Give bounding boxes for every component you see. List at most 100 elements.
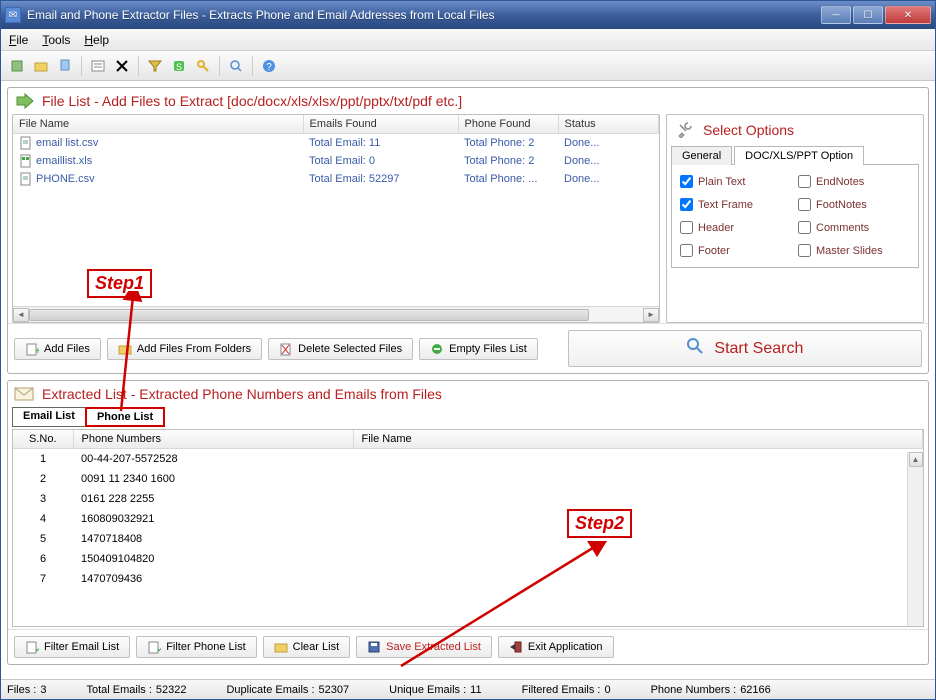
file-list-title: File List - Add Files to Extract [doc/do… [42, 93, 462, 109]
tb-skype-icon[interactable]: S [169, 56, 189, 76]
bottom-button-bar: ✓Filter Email List ✓Filter Phone List Cl… [8, 629, 928, 664]
table-row[interactable]: 20091 11 2340 1600 [13, 469, 923, 489]
status-dup-emails: Duplicate Emails :52307 [226, 684, 349, 696]
options-panel: Select Options General DOC/XLS/PPT Optio… [666, 114, 924, 323]
tb-filter-icon[interactable] [145, 56, 165, 76]
scroll-up-icon[interactable]: ▲ [909, 452, 923, 467]
filter-icon: ✓ [147, 640, 161, 654]
chk-textframe[interactable]: Text Frame [680, 198, 790, 211]
status-bar: Files :3 Total Emails :52322 Duplicate E… [1, 679, 935, 699]
clear-list-button[interactable]: Clear List [263, 636, 350, 658]
chk-master[interactable]: Master Slides [798, 244, 908, 257]
exit-button[interactable]: Exit Application [498, 636, 614, 658]
wrench-icon [675, 121, 697, 139]
extracted-header: Extracted List - Extracted Phone Numbers… [8, 381, 928, 407]
svg-text:✓: ✓ [35, 644, 39, 654]
envelope-icon [14, 385, 36, 403]
arrow-right-icon [14, 92, 36, 110]
col-phone[interactable]: Phone Found [458, 115, 558, 134]
step2-annotation: Step2 [567, 509, 632, 538]
chk-header[interactable]: Header [680, 221, 790, 234]
file-list-panel: File List - Add Files to Extract [doc/do… [7, 87, 929, 374]
svg-text:+: + [35, 346, 39, 356]
content-area: File List - Add Files to Extract [doc/do… [1, 81, 935, 679]
chk-endnotes[interactable]: EndNotes [798, 175, 908, 188]
tab-phone-list[interactable]: Phone List [85, 407, 165, 427]
tb-new-icon[interactable] [7, 56, 27, 76]
file-icon [19, 172, 33, 186]
file-row[interactable]: email list.csvTotal Email: 11Total Phone… [13, 134, 659, 153]
filter-phone-button[interactable]: ✓Filter Phone List [136, 636, 256, 658]
scroll-thumb[interactable] [29, 309, 589, 321]
close-button[interactable]: ✕ [885, 6, 931, 24]
tb-delete-icon[interactable] [112, 56, 132, 76]
status-phone-numbers: Phone Numbers :62166 [651, 684, 771, 696]
col-ext-filename[interactable]: File Name [353, 430, 923, 449]
file-row[interactable]: emaillist.xlsTotal Email: 0Total Phone: … [13, 152, 659, 170]
table-row[interactable]: 6150409104820 [13, 549, 923, 569]
add-folders-button[interactable]: Add Files From Folders [107, 338, 262, 360]
toolbar-separator [81, 56, 82, 76]
add-icon: + [25, 342, 39, 356]
file-list-header: File List - Add Files to Extract [doc/do… [8, 88, 928, 114]
start-search-button[interactable]: Start Search [568, 330, 922, 367]
options-title: Select Options [703, 122, 794, 138]
chk-plaintext[interactable]: Plain Text [680, 175, 790, 188]
chk-footnotes[interactable]: FootNotes [798, 198, 908, 211]
col-phone-numbers[interactable]: Phone Numbers [73, 430, 353, 449]
tb-list-icon[interactable] [88, 56, 108, 76]
tab-general[interactable]: General [671, 146, 732, 165]
menu-file[interactable]: File [9, 33, 28, 47]
delete-selected-button[interactable]: Delete Selected Files [268, 338, 413, 360]
table-row[interactable]: 4160809032921 [13, 509, 923, 529]
app-icon: ✉ [5, 7, 21, 23]
minimize-button[interactable]: ─ [821, 6, 851, 24]
table-row[interactable]: 51470718408 [13, 529, 923, 549]
scroll-left-icon[interactable]: ◄ [13, 308, 29, 322]
col-status[interactable]: Status [558, 115, 659, 134]
save-icon [367, 640, 381, 654]
extracted-list-panel: Extracted List - Extracted Phone Numbers… [7, 380, 929, 665]
chk-footer[interactable]: Footer [680, 244, 790, 257]
filter-email-button[interactable]: ✓Filter Email List [14, 636, 130, 658]
v-scrollbar[interactable]: ▲ [907, 452, 923, 626]
search-icon [686, 337, 704, 360]
clear-icon [274, 640, 288, 654]
col-sno[interactable]: S.No. [13, 430, 73, 449]
scroll-right-icon[interactable]: ► [643, 308, 659, 322]
extracted-grid: S.No. Phone Numbers File Name 100-44-207… [12, 429, 924, 627]
col-emails[interactable]: Emails Found [303, 115, 458, 134]
xls-icon [19, 154, 33, 168]
tb-help-icon[interactable]: ? [259, 56, 279, 76]
tab-doc-option[interactable]: DOC/XLS/PPT Option [734, 146, 864, 165]
status-files: Files :3 [7, 684, 46, 696]
status-total-emails: Total Emails :52322 [86, 684, 186, 696]
options-checkboxes: Plain Text EndNotes Text Frame FootNotes… [671, 164, 919, 268]
options-header: Select Options [671, 119, 919, 141]
tb-open-icon[interactable] [31, 56, 51, 76]
toolbar-separator [219, 56, 220, 76]
maximize-button[interactable]: ☐ [853, 6, 883, 24]
tb-key-icon[interactable] [193, 56, 213, 76]
col-filename[interactable]: File Name [13, 115, 303, 134]
tab-email-list[interactable]: Email List [12, 407, 86, 427]
toolbar: S ? [1, 51, 935, 81]
add-files-button[interactable]: +Add Files [14, 338, 101, 360]
delete-icon [279, 342, 293, 356]
title-bar: ✉ Email and Phone Extractor Files - Extr… [1, 1, 935, 29]
chk-comments[interactable]: Comments [798, 221, 908, 234]
h-scrollbar[interactable]: ◄ ► [13, 306, 659, 322]
tb-copy-icon[interactable] [55, 56, 75, 76]
menu-help[interactable]: Help [84, 33, 109, 47]
save-extracted-button[interactable]: Save Extracted List [356, 636, 492, 658]
table-row[interactable]: 100-44-207-5572528 [13, 449, 923, 470]
table-row[interactable]: 30161 228 2255 [13, 489, 923, 509]
svg-text:S: S [176, 62, 182, 72]
menu-tools[interactable]: Tools [42, 33, 70, 47]
file-row[interactable]: PHONE.csvTotal Email: 52297Total Phone: … [13, 170, 659, 188]
extracted-title: Extracted List - Extracted Phone Numbers… [42, 386, 442, 402]
tb-search-icon[interactable] [226, 56, 246, 76]
empty-list-button[interactable]: Empty Files List [419, 338, 538, 360]
svg-text:✓: ✓ [157, 644, 161, 654]
table-row[interactable]: 71470709436 [13, 569, 923, 589]
